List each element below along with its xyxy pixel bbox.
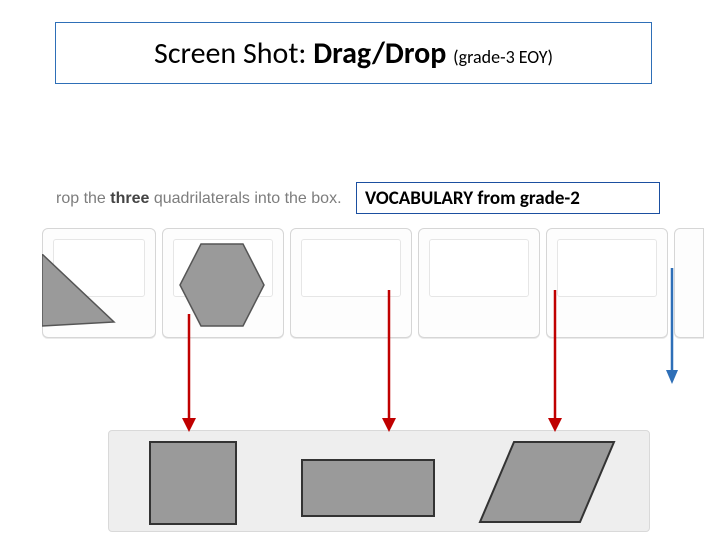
square-icon[interactable] xyxy=(148,440,238,526)
shape-tile-empty[interactable] xyxy=(418,228,540,338)
slide-title: Screen Shot: Drag/Drop (grade-3 EOY) xyxy=(154,35,553,72)
slide-title-box: Screen Shot: Drag/Drop (grade-3 EOY) xyxy=(55,22,652,84)
arrow-down-icon xyxy=(664,268,680,386)
prompt-bold: three xyxy=(110,190,149,207)
arrow-down-icon xyxy=(180,314,198,434)
title-paren: (grade-3 EOY) xyxy=(453,46,553,68)
shape-tile-empty[interactable] xyxy=(546,228,668,338)
title-prefix: Screen Shot: xyxy=(154,35,313,72)
prompt-pre: rop the xyxy=(56,190,110,207)
tile-inner xyxy=(429,239,529,297)
title-main: Drag/Drop xyxy=(313,35,453,72)
arrow-down-icon xyxy=(380,290,398,434)
parallelogram-icon[interactable] xyxy=(478,440,618,526)
vocab-callout: VOCABULARY from grade-2 xyxy=(356,182,660,214)
source-tile-row xyxy=(42,228,692,346)
prompt-text: rop the three quadrilaterals into the bo… xyxy=(56,190,342,208)
tile-inner xyxy=(301,239,401,297)
rectangle-icon[interactable] xyxy=(300,458,436,518)
triangle-icon xyxy=(42,254,122,334)
tile-inner xyxy=(557,239,657,297)
prompt-post: quadrilaterals into the box. xyxy=(149,190,341,207)
arrow-down-icon xyxy=(546,290,564,434)
vocab-label: VOCABULARY from grade-2 xyxy=(365,187,580,210)
